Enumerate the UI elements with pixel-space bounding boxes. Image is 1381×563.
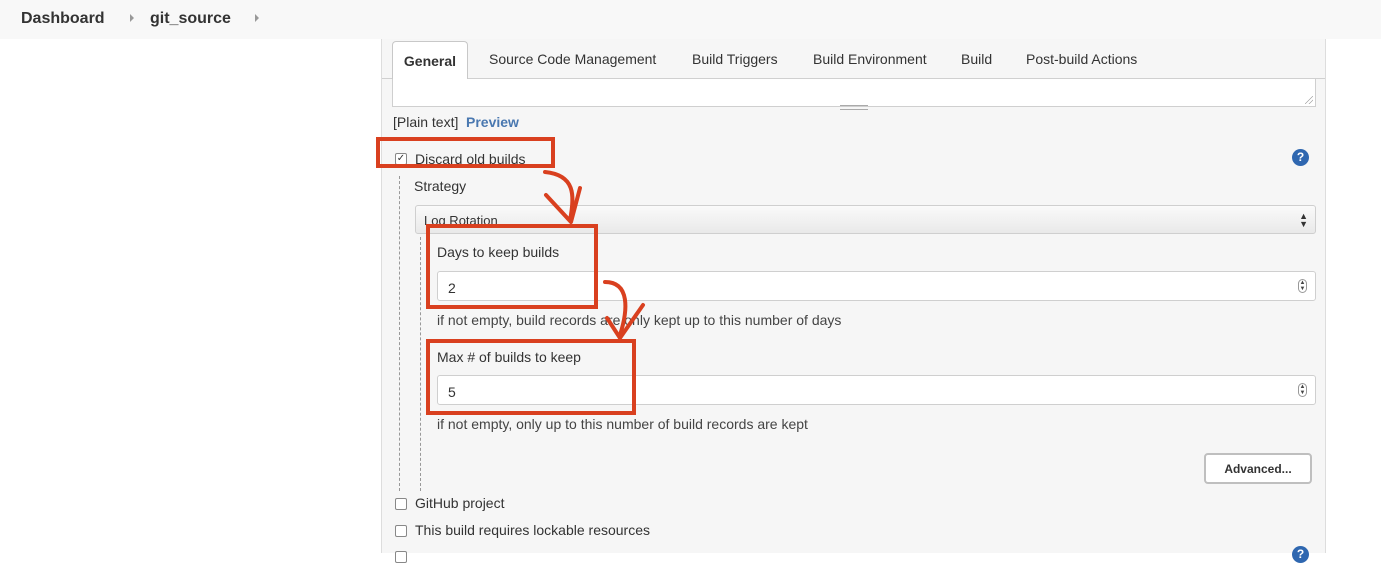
annotation-arrows [543, 170, 645, 340]
arrowhead-icon [544, 186, 582, 224]
